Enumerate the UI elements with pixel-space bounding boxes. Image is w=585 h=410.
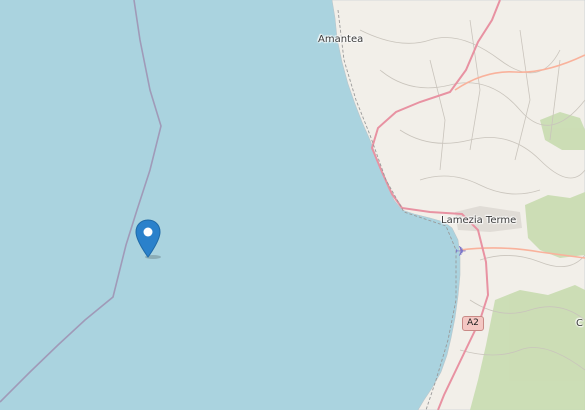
road-shield-a2: A2 xyxy=(462,316,484,331)
map-tiles xyxy=(0,0,585,410)
place-label-partial: C xyxy=(576,318,583,329)
map-pin-icon[interactable] xyxy=(135,219,161,263)
map-canvas[interactable]: Amantea Lamezia Terme C A2 ✈ xyxy=(0,0,585,410)
place-label-amantea: Amantea xyxy=(318,34,364,45)
place-label-lamezia-terme: Lamezia Terme xyxy=(441,215,517,226)
airplane-icon: ✈ xyxy=(455,244,467,260)
